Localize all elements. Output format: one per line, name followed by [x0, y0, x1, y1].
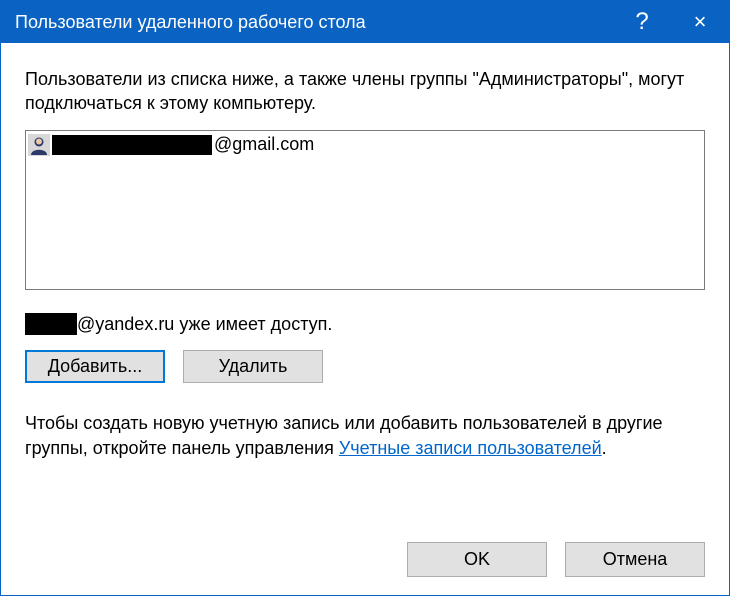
user-head-icon — [28, 134, 50, 156]
help-button[interactable]: ? — [613, 1, 671, 43]
add-remove-button-row: Добавить... Удалить — [25, 350, 705, 383]
cancel-button[interactable]: Отмена — [565, 542, 705, 577]
intro-text: Пользователи из списка ниже, а также чле… — [25, 67, 705, 116]
close-button[interactable]: × — [671, 1, 729, 43]
question-icon: ? — [635, 8, 648, 36]
remote-desktop-users-dialog: Пользователи удаленного рабочего стола ?… — [0, 0, 730, 596]
redacted-current-user — [25, 313, 77, 335]
ok-button[interactable]: OK — [407, 542, 547, 577]
close-icon: × — [694, 9, 707, 35]
redacted-username — [52, 135, 212, 155]
dialog-footer-buttons: OK Отмена — [25, 522, 705, 577]
remove-button[interactable]: Удалить — [183, 350, 323, 383]
current-user-access-line: @yandex.ru уже имеет доступ. — [25, 312, 705, 336]
access-suffix: @yandex.ru уже имеет доступ. — [77, 312, 332, 336]
dialog-title: Пользователи удаленного рабочего стола — [15, 12, 613, 33]
dialog-content: Пользователи из списка ниже, а также чле… — [1, 43, 729, 595]
titlebar: Пользователи удаленного рабочего стола ?… — [1, 1, 729, 43]
titlebar-controls: ? × — [613, 1, 729, 43]
hint-suffix: . — [602, 438, 607, 458]
user-email-suffix: @gmail.com — [214, 132, 314, 156]
user-list-item[interactable]: @gmail.com — [28, 133, 702, 157]
hint-text: Чтобы создать новую учетную запись или д… — [25, 411, 705, 461]
user-accounts-link[interactable]: Учетные записи пользователей — [339, 438, 602, 458]
user-listbox[interactable]: @gmail.com — [25, 130, 705, 290]
add-button[interactable]: Добавить... — [25, 350, 165, 383]
